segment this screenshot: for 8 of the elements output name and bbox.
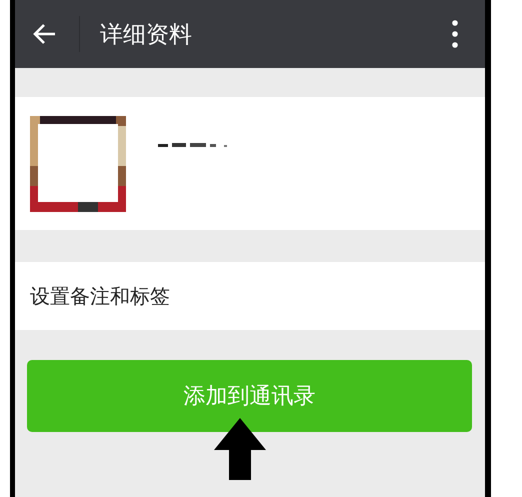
page-title: 详细资料 [100, 20, 193, 50]
back-button[interactable] [33, 23, 57, 45]
back-arrow-icon [33, 23, 57, 45]
remark-row[interactable]: 设置备注和标签 [15, 262, 485, 330]
more-icon [452, 20, 458, 48]
remark-label: 设置备注和标签 [30, 282, 170, 310]
blurred-name-drawing [158, 141, 230, 149]
up-arrow-icon [213, 417, 267, 481]
